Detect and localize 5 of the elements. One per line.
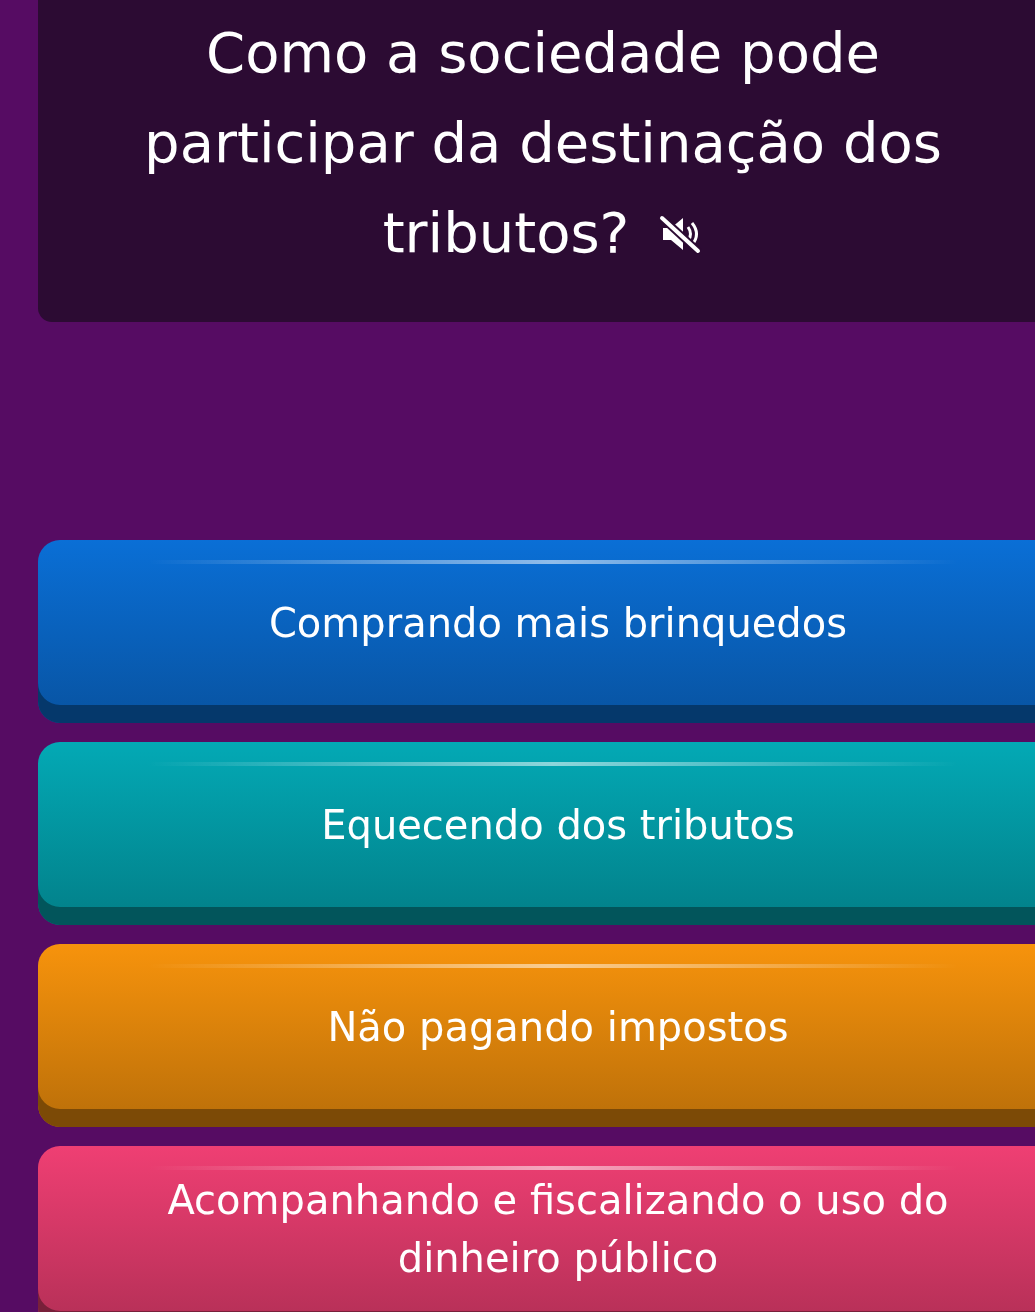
answer-button[interactable]: Acompanhando e fiscalizando o uso do dinheiro público bbox=[38, 1146, 1035, 1312]
question-text: Como a sociedade pode participar da destinação dos tributos? bbox=[143, 19, 943, 267]
answer-button[interactable]: Comprando mais brinquedos bbox=[38, 540, 1035, 723]
answer-button[interactable]: Não pagando impostos bbox=[38, 944, 1035, 1127]
answer-button[interactable]: Equecendo dos tributos bbox=[38, 742, 1035, 925]
